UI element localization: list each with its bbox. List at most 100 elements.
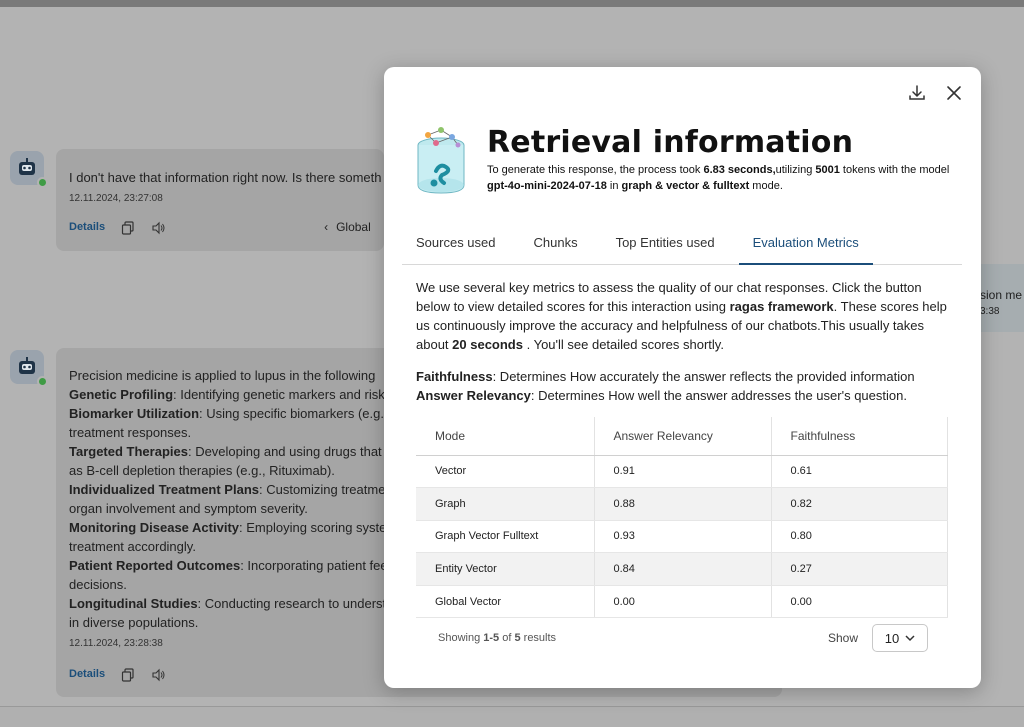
pagination-summary: Showing 1-5 of 5 results	[438, 632, 556, 644]
tokens-value: 5001	[815, 164, 840, 176]
list-item-text: : Conducting research to underst	[197, 596, 387, 611]
duration-estimate: 20 seconds	[452, 337, 523, 352]
message-text: I don't have that information right now.…	[69, 170, 382, 185]
range-value: 1-5	[483, 632, 500, 644]
framework-name: ragas framework	[729, 299, 834, 314]
cell-faithfulness: 0.82	[771, 487, 948, 521]
user-message-text: sion me	[980, 288, 1023, 302]
list-item-label: Genetic Profiling	[69, 387, 174, 402]
speaker-icon[interactable]	[151, 221, 165, 235]
subtitle-text: in	[606, 180, 622, 192]
table-footer: Showing 1-5 of 5 results Show 10	[438, 624, 928, 652]
list-item-text: : Employing scoring syste	[239, 520, 387, 535]
chevron-down-icon	[905, 634, 915, 641]
model-value: gpt-4o-mini-2024-07-18	[487, 180, 607, 192]
modal-tabs: Sources used Chunks Top Entities used Ev…	[402, 232, 962, 265]
show-label: Show	[827, 631, 858, 645]
chat-message-bot: I don't have that information right now.…	[56, 149, 384, 251]
summary-text: Showing	[438, 632, 484, 644]
description-text: . You'll see detailed scores shortly.	[522, 337, 724, 352]
top-bar	[0, 0, 1024, 7]
cell-faithfulness: 0.00	[771, 585, 948, 619]
list-item-text: : Customizing treatme	[259, 482, 386, 497]
close-icon[interactable]	[945, 84, 963, 102]
subtitle-text: mode.	[749, 180, 783, 192]
cell-mode: Graph	[416, 487, 595, 521]
metric-description: : Determines How accurately the answer r…	[492, 369, 915, 384]
list-item-text: decisions.	[69, 577, 127, 592]
global-nav-label[interactable]: Global	[336, 218, 371, 237]
cell-answer-relevancy: 0.00	[594, 585, 772, 619]
list-item-text: : Using specific biomarkers (e.g.	[199, 406, 384, 421]
online-status-dot	[37, 376, 48, 387]
metric-definitions: Faithfulness: Determines How accurately …	[416, 367, 956, 405]
download-icon[interactable]	[907, 83, 927, 103]
user-message-timestamp: 3:38	[980, 306, 1000, 317]
list-item-label: Patient Reported Outcomes	[69, 558, 241, 573]
tab-chunks[interactable]: Chunks	[520, 232, 592, 265]
column-header-answer-relevancy[interactable]: Answer Relevancy	[594, 417, 772, 456]
list-item-text: organ involvement and symptom severity.	[69, 501, 308, 516]
subtitle-text: tokens with the model	[839, 164, 950, 176]
cell-answer-relevancy: 0.93	[594, 520, 772, 554]
subtitle-text: utilizing	[775, 164, 816, 176]
tab-evaluation-metrics[interactable]: Evaluation Metrics	[738, 232, 873, 265]
page-size-value: 10	[884, 630, 900, 646]
cell-answer-relevancy: 0.91	[594, 455, 772, 489]
retrieval-logo-icon	[417, 127, 465, 194]
list-item-label: Biomarker Utilization	[69, 406, 200, 421]
summary-text: results	[520, 632, 557, 644]
tab-top-entities-used[interactable]: Top Entities used	[602, 232, 729, 265]
robot-icon	[19, 158, 35, 175]
list-item-text: : Incorporating patient fee	[240, 558, 388, 573]
list-item-label: Targeted Therapies	[69, 444, 188, 459]
page-size-select[interactable]: 10	[872, 624, 928, 652]
modal-title: Retrieval information	[487, 125, 854, 160]
online-status-dot	[37, 177, 48, 188]
modal-subtitle: To generate this response, the process t…	[487, 162, 967, 194]
list-item-text: treatment responses.	[69, 425, 192, 440]
cell-mode: Entity Vector	[416, 552, 595, 586]
metric-name: Faithfulness	[416, 369, 493, 384]
mode-value: graph & vector & fulltext	[621, 180, 750, 192]
cell-faithfulness: 0.27	[771, 552, 948, 586]
table-row: Vector 0.91 0.61	[416, 455, 948, 489]
duration-value: 6.83 seconds,	[703, 164, 776, 176]
subtitle-text: To generate this response, the process t…	[487, 164, 704, 176]
cell-faithfulness: 0.80	[771, 520, 948, 554]
table-row: Graph 0.88 0.82	[416, 487, 948, 521]
list-item-text: treatment accordingly.	[69, 539, 196, 554]
chevron-left-icon[interactable]: ‹	[324, 218, 328, 237]
bot-avatar	[10, 151, 48, 188]
list-item-text: in diverse populations.	[69, 615, 199, 630]
copy-icon[interactable]	[121, 667, 135, 682]
column-header-faithfulness[interactable]: Faithfulness	[771, 417, 948, 456]
metric-description: : Determines How well the answer address…	[530, 388, 907, 403]
list-item-text: : Identifying genetic markers and risk	[173, 387, 385, 402]
message-timestamp: 12.11.2024, 23:27:08	[69, 193, 163, 204]
speaker-icon[interactable]	[151, 668, 165, 682]
cell-answer-relevancy: 0.84	[594, 552, 772, 586]
list-item-text: as B-cell depletion therapies (e.g., Rit…	[69, 463, 335, 478]
table-row: Entity Vector 0.84 0.27	[416, 552, 948, 586]
copy-icon[interactable]	[121, 220, 135, 235]
chat-input-bar[interactable]	[0, 706, 1024, 727]
robot-icon	[19, 357, 35, 374]
cell-mode: Global Vector	[416, 585, 595, 619]
details-button[interactable]: Details	[69, 218, 105, 237]
cell-mode: Vector	[416, 455, 595, 489]
table-row: Graph Vector Fulltext 0.93 0.80	[416, 520, 948, 554]
details-button[interactable]: Details	[69, 665, 105, 684]
list-item-label: Monitoring Disease Activity	[69, 520, 239, 535]
tab-sources-used[interactable]: Sources used	[402, 232, 510, 265]
list-item-label: Individualized Treatment Plans	[69, 482, 259, 497]
metrics-table: Mode Answer Relevancy Faithfulness Vecto…	[416, 417, 948, 619]
summary-text: of	[499, 632, 515, 644]
column-header-mode[interactable]: Mode	[416, 417, 595, 456]
cell-mode: Graph Vector Fulltext	[416, 520, 595, 554]
cell-answer-relevancy: 0.88	[594, 487, 772, 521]
table-row: Global Vector 0.00 0.00	[416, 585, 948, 619]
list-item-text: : Developing and using drugs that	[187, 444, 382, 459]
bot-avatar	[10, 350, 48, 387]
metric-name: Answer Relevancy	[416, 388, 531, 403]
